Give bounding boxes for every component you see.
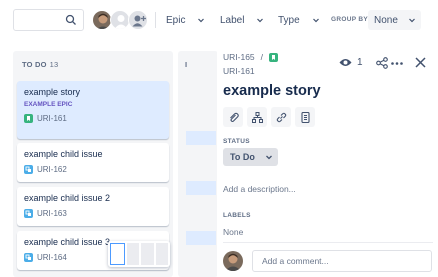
card-key: URI-163	[24, 209, 162, 218]
link-icon	[276, 112, 286, 122]
subtask-icon	[24, 253, 33, 262]
card-title: example child issue	[24, 149, 103, 159]
chevron-down-icon	[198, 18, 205, 23]
card-title: example child issue 2	[24, 193, 111, 203]
drag-preview-slot	[126, 243, 139, 265]
breadcrumb-separator: /	[260, 52, 264, 62]
column-title: TO DO	[22, 60, 47, 69]
issue-key-link[interactable]: URI-161	[223, 66, 255, 76]
card-key: URI-161	[24, 114, 162, 123]
drag-preview	[108, 241, 170, 267]
card-placeholder	[186, 181, 216, 195]
description-field[interactable]: Add a description...	[223, 184, 296, 194]
chevron-down-icon	[265, 155, 272, 160]
document-button[interactable]	[295, 107, 315, 127]
watch-button[interactable]: 1	[339, 57, 363, 68]
attach-button[interactable]	[223, 107, 243, 127]
issue-card[interactable]: example story EXAMPLE EPIC URI-161	[17, 81, 169, 139]
chevron-down-icon	[312, 18, 319, 23]
labels-value[interactable]: None	[223, 227, 243, 237]
card-title: example story	[24, 87, 81, 97]
user-photo-icon	[223, 251, 243, 271]
status-label: STATUS	[223, 138, 250, 145]
issue-key: URI-163	[37, 209, 67, 218]
subtask-icon	[24, 165, 33, 174]
type-filter[interactable]: Type	[278, 12, 320, 28]
status-value: To Do	[230, 152, 255, 162]
share-icon[interactable]	[376, 57, 388, 69]
labels-label: LABELS	[223, 212, 251, 219]
issue-actions	[223, 107, 315, 127]
unassigned-avatar[interactable]	[110, 10, 130, 30]
add-person-icon	[132, 15, 146, 27]
status-dropdown[interactable]: To Do	[223, 148, 278, 166]
issue-card[interactable]: example child issue 2 URI-163	[17, 187, 169, 226]
document-icon	[300, 111, 310, 123]
story-icon	[269, 52, 279, 62]
issue-detail-panel: URI-165 / URI-161 1 example story STATUS…	[217, 45, 438, 277]
comment-avatar	[223, 251, 243, 271]
drag-preview-slot	[110, 243, 125, 265]
column-header: TO DO 13	[22, 60, 58, 69]
add-people-button[interactable]	[128, 10, 148, 30]
breadcrumb: URI-165 /	[223, 52, 279, 62]
user-avatar[interactable]	[92, 10, 112, 30]
issue-key: URI-162	[37, 165, 67, 174]
label-filter[interactable]: Label	[220, 12, 264, 28]
card-placeholder	[186, 131, 216, 145]
close-icon[interactable]	[415, 57, 426, 68]
epic-filter-label: Epic	[166, 14, 186, 26]
subtask-icon	[24, 209, 33, 218]
group-by-value: None	[374, 14, 398, 26]
issue-key: URI-164	[37, 253, 67, 262]
epic-filter[interactable]: Epic	[166, 12, 205, 28]
group-by-label: GROUP BY	[331, 16, 368, 23]
label-filter-label: Label	[220, 14, 245, 26]
eye-icon	[339, 59, 352, 66]
search-input[interactable]	[13, 9, 84, 31]
comment-input[interactable]: Add a comment...	[252, 250, 432, 272]
card-key: URI-162	[24, 165, 162, 174]
search-icon	[65, 14, 76, 25]
column-count: 13	[49, 60, 59, 69]
group-by-select[interactable]: None	[368, 10, 421, 30]
drag-preview-slot	[155, 243, 168, 265]
drag-preview-slot	[141, 243, 154, 265]
card-placeholder	[186, 231, 216, 245]
toolbar-divider	[155, 12, 156, 28]
watch-count: 1	[357, 57, 363, 68]
link-issue-button[interactable]	[271, 107, 291, 127]
hierarchy-icon	[251, 111, 263, 123]
paperclip-icon	[229, 112, 239, 122]
issue-key: URI-161	[37, 114, 67, 123]
board-toolbar: Epic Label Type GROUP BY None	[0, 0, 438, 40]
chevron-down-icon	[257, 18, 264, 23]
create-subtask-button[interactable]	[247, 107, 267, 127]
issue-card[interactable]: example child issue URI-162	[17, 143, 169, 182]
story-icon	[24, 114, 33, 123]
more-icon[interactable]	[391, 62, 403, 65]
epic-lozenge: EXAMPLE EPIC	[24, 101, 73, 108]
divider	[223, 242, 433, 243]
type-filter-label: Type	[278, 14, 300, 26]
column-title: I	[185, 60, 188, 69]
parent-issue-link[interactable]: URI-165	[223, 52, 255, 62]
chevron-down-icon	[408, 18, 415, 23]
issue-title[interactable]: example story	[223, 83, 321, 99]
